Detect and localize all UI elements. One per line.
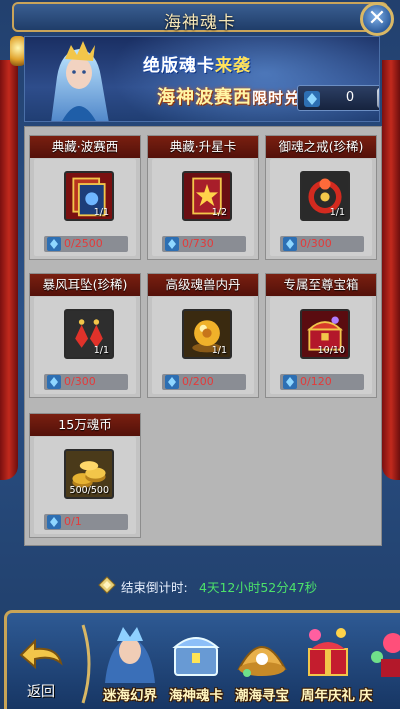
- tab-label: 庆: [359, 688, 373, 704]
- price-box: 0/730: [162, 236, 246, 252]
- close-icon: ✕: [367, 6, 387, 31]
- soul-crystal-icon: [47, 375, 61, 389]
- soul-crystal-icon: [47, 515, 61, 529]
- soul-crystal-icon: [165, 237, 179, 251]
- tab-label: 周年庆礼: [301, 688, 355, 704]
- goddess-portrait-icon: [51, 41, 109, 121]
- item-name: 典藏·升星卡: [148, 136, 258, 158]
- price-box: 0/300: [280, 236, 364, 252]
- exchange-item-storm-earring[interactable]: 暴风耳坠(珍稀) 1/1 0/300: [29, 273, 141, 398]
- earring-icon: 1/1: [64, 309, 114, 359]
- price-box: 0/300: [44, 374, 128, 390]
- item-name: 御魂之戒(珍稀): [266, 136, 376, 158]
- exchange-item-soul-coins[interactable]: 15万魂币 500/500 0/1: [29, 413, 141, 538]
- soul-crystal-icon: [165, 375, 179, 389]
- item-quantity: 1/1: [211, 345, 227, 356]
- tab-anniversary-gift[interactable]: 周年庆礼: [293, 621, 363, 709]
- item-body: 1/2 0/730: [152, 159, 254, 256]
- soul-crystal-icon: [283, 237, 297, 251]
- item-name: 典藏·波赛西: [30, 136, 140, 158]
- tab-label: 迷海幻界: [103, 688, 157, 704]
- tab-label: 海神魂卡: [169, 688, 223, 704]
- item-quantity: 1/1: [93, 345, 109, 356]
- item-quantity: 500/500: [69, 485, 109, 496]
- tab-poseidon-card[interactable]: 海神魂卡: [161, 621, 231, 709]
- back-arrow-icon: [19, 638, 63, 670]
- item-price: 0/2500: [64, 237, 103, 250]
- soul-crystal-icon: [47, 237, 61, 251]
- add-currency-button[interactable]: +: [377, 88, 379, 108]
- exchange-item-poseidon-card[interactable]: 典藏·波赛西 1/1 0/2500: [29, 135, 141, 260]
- countdown-row: 结束倒计时: 4天12小时52分47秒: [0, 572, 400, 598]
- item-body: 500/500 0/1: [34, 437, 136, 534]
- coins-icon: 500/500: [64, 449, 114, 499]
- exchange-item-soul-ring[interactable]: 御魂之戒(珍稀) 1/1 0/300: [265, 135, 377, 260]
- banner-subline: 海神波赛西限时兑换: [157, 83, 316, 109]
- app-root: { "header": {"title": "海神魂卡"}, "banner":…: [0, 0, 400, 709]
- banner-line2-text: 海神波赛西: [157, 87, 252, 108]
- item-name: 暴风耳坠(珍稀): [30, 274, 140, 296]
- countdown-value: 4天12小时52分47秒: [199, 580, 318, 595]
- tab-celebration[interactable]: 庆: [359, 621, 400, 709]
- item-name: 高级魂兽内丹: [148, 274, 258, 296]
- shell-treasure-icon: [237, 646, 287, 677]
- exchange-panel: 典藏·波赛西 1/1 0/2500 典藏·升星卡 1/2 0/730 御魂之戒(…: [24, 126, 382, 546]
- star-card-icon: 1/2: [182, 171, 232, 221]
- item-price: 0/1: [64, 515, 82, 528]
- gift-box-icon: [308, 628, 348, 676]
- banner-headline: 绝版魂卡来袭: [143, 51, 251, 76]
- item-price: 0/200: [182, 375, 214, 388]
- firework-icon: [371, 633, 400, 677]
- currency-value: 0: [345, 90, 355, 105]
- exchange-item-supreme-chest[interactable]: 专属至尊宝箱 10/10 0/120: [265, 273, 377, 398]
- bottom-tab-bar: 返回 迷海幻界 海神魂卡 潮海寻宝 周年庆礼 庆: [4, 610, 400, 709]
- item-quantity: 1/1: [93, 207, 109, 218]
- currency-counter: 0 +: [297, 85, 379, 111]
- item-quantity: 1/2: [211, 207, 227, 218]
- item-price: 0/120: [300, 375, 332, 388]
- promo-banner: 绝版魂卡来袭 海神波赛西限时兑换 0 +: [24, 36, 380, 122]
- price-box: 0/200: [162, 374, 246, 390]
- left-curtain-decoration: [0, 60, 18, 480]
- soul-crystal-icon: [304, 91, 320, 107]
- right-curtain-decoration: [382, 60, 400, 480]
- orb-icon: 1/1: [182, 309, 232, 359]
- ring-icon: 1/1: [300, 171, 350, 221]
- item-quantity: 1/1: [329, 207, 345, 218]
- page-title: 海神魂卡: [164, 13, 236, 33]
- diamond-icon: [98, 576, 116, 594]
- title-bar: 海神魂卡: [12, 2, 388, 33]
- item-body: 10/10 0/120: [270, 297, 372, 394]
- tab-tide-treasure[interactable]: 潮海寻宝: [227, 621, 297, 709]
- price-box: 0/1: [44, 514, 128, 530]
- close-button[interactable]: ✕: [360, 2, 394, 36]
- soul-crystal-icon: [283, 375, 297, 389]
- item-body: 1/1 0/300: [34, 297, 136, 394]
- back-button[interactable]: 返回: [9, 627, 79, 705]
- hero-portrait-icon: [105, 627, 155, 683]
- card-icon: 1/1: [64, 171, 114, 221]
- item-body: 1/1 0/300: [270, 159, 372, 256]
- price-box: 0/120: [280, 374, 364, 390]
- item-price: 0/300: [64, 375, 96, 388]
- item-quantity: 10/10: [317, 345, 345, 356]
- back-label: 返回: [27, 684, 55, 700]
- tab-mystic-sea[interactable]: 迷海幻界: [95, 621, 165, 709]
- item-body: 1/1 0/200: [152, 297, 254, 394]
- treasure-chest-icon: [172, 637, 220, 676]
- banner-line1-suffix: 来袭: [215, 56, 251, 76]
- item-price: 0/300: [300, 237, 332, 250]
- exchange-item-beast-core[interactable]: 高级魂兽内丹 1/1 0/200: [147, 273, 259, 398]
- item-price: 0/730: [182, 237, 214, 250]
- price-box: 0/2500: [44, 236, 128, 252]
- item-name: 专属至尊宝箱: [266, 274, 376, 296]
- banner-line1-text: 绝版魂卡: [143, 56, 215, 76]
- exchange-item-star-card[interactable]: 典藏·升星卡 1/2 0/730: [147, 135, 259, 260]
- item-body: 1/1 0/2500: [34, 159, 136, 256]
- chest-icon: 10/10: [300, 309, 350, 359]
- tab-label: 潮海寻宝: [235, 688, 289, 704]
- countdown-label: 结束倒计时:: [121, 580, 188, 595]
- item-name: 15万魂币: [30, 414, 140, 436]
